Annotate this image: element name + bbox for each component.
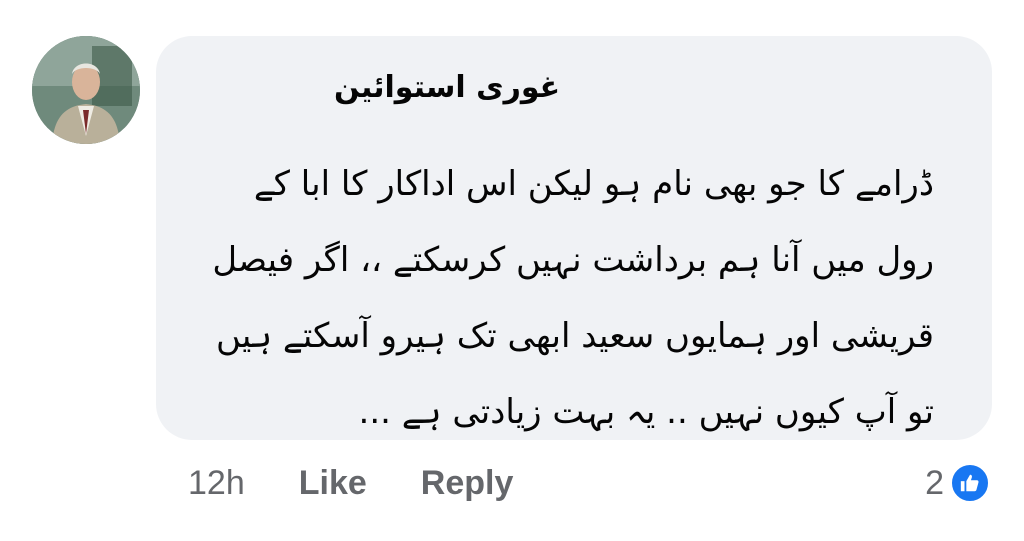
comment-author-container: غوری استوائین xyxy=(334,66,564,110)
avatar-image xyxy=(32,36,140,144)
reaction-count: 2 xyxy=(925,463,944,502)
comment-actions: 12h Like Reply xyxy=(188,460,567,506)
avatar[interactable] xyxy=(32,36,140,144)
comment-line: رول میں آنا ہم برداشت نہیں کرسکتے ،، اگر… xyxy=(212,240,934,280)
comment-line: تو آپ کیوں نہیں .. یہ بہت زیادتی ہے ... xyxy=(358,392,934,432)
like-button[interactable]: Like xyxy=(299,464,367,503)
comment-line: ڈرامے کا جو بھی نام ہو لیکن اس اداکار کا… xyxy=(253,164,934,204)
comment-timestamp[interactable]: 12h xyxy=(188,464,245,503)
reactions-summary[interactable]: 2 xyxy=(925,460,990,506)
comment-body: ڈرامے کا جو بھی نام ہو لیکن اس اداکار کا… xyxy=(186,146,934,450)
reply-button[interactable]: Reply xyxy=(421,464,514,503)
comment-bubble: غوری استوائین ڈرامے کا جو بھی نام ہو لیک… xyxy=(156,36,992,440)
thumbs-up-icon xyxy=(950,463,990,503)
comment-author[interactable]: غوری استوائین xyxy=(334,66,560,110)
comment-line: قریشی اور ہمایوں سعید ابھی تک ہیرو آسکتے… xyxy=(216,316,934,356)
